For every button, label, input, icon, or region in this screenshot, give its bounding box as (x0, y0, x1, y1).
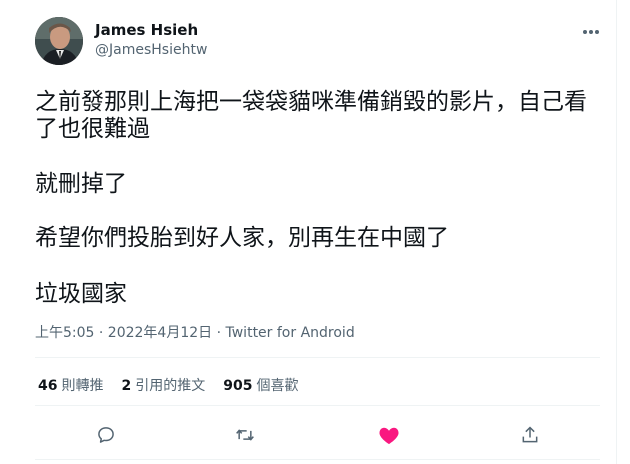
avatar-photo-icon (35, 17, 83, 65)
more-dots-icon (583, 30, 599, 34)
tweet-meta: 上午5:05 · 2022年4月12日 · Twitter for Androi… (35, 322, 355, 342)
retweets-count: 46 (38, 378, 58, 394)
author-handle[interactable]: @JamesHsiehtw (95, 42, 207, 58)
tweet-timestamp[interactable]: 上午5:05 · 2022年4月12日 (35, 325, 212, 341)
tweet-source[interactable]: Twitter for Android (226, 325, 355, 341)
tweet-text-line: 就刪掉了 (35, 171, 127, 197)
retweets-label: 則轉推 (61, 378, 104, 394)
tweet-text-line: 垃圾國家 (35, 281, 127, 307)
heart-icon (379, 427, 399, 445)
likes-count: 905 (223, 378, 253, 394)
divider (35, 357, 600, 358)
share-icon (522, 426, 538, 443)
retweet-button[interactable] (233, 423, 257, 447)
timeline-border (616, 0, 617, 464)
quotes-label: 引用的推文 (135, 378, 206, 394)
likes-label: 個喜歡 (256, 378, 299, 394)
more-options-button[interactable] (578, 22, 604, 42)
author-name[interactable]: James Hsieh (95, 21, 198, 39)
tweet-text-line: 了也很難過 (35, 116, 150, 142)
reply-bubble-icon (98, 427, 114, 443)
share-button[interactable] (518, 423, 542, 447)
avatar[interactable] (35, 17, 83, 65)
divider (35, 459, 600, 460)
reply-button[interactable] (94, 423, 118, 447)
like-button[interactable] (377, 423, 401, 447)
tweet-text-line: 希望你們投胎到好人家，別再生在中國了 (35, 225, 449, 251)
tweet-stats: 46 則轉推 2 引用的推文 905 個喜歡 (38, 375, 298, 395)
divider (35, 405, 600, 406)
retweet-icon (236, 429, 254, 441)
tweet-card: James Hsieh @JamesHsiehtw 之前發那則上海把一袋袋貓咪準… (0, 0, 630, 464)
likes-stat[interactable]: 905 個喜歡 (223, 375, 298, 395)
quotes-stat[interactable]: 2 引用的推文 (121, 375, 205, 395)
quotes-count: 2 (121, 378, 132, 394)
retweets-stat[interactable]: 46 則轉推 (38, 375, 103, 395)
meta-separator: · (212, 325, 226, 341)
